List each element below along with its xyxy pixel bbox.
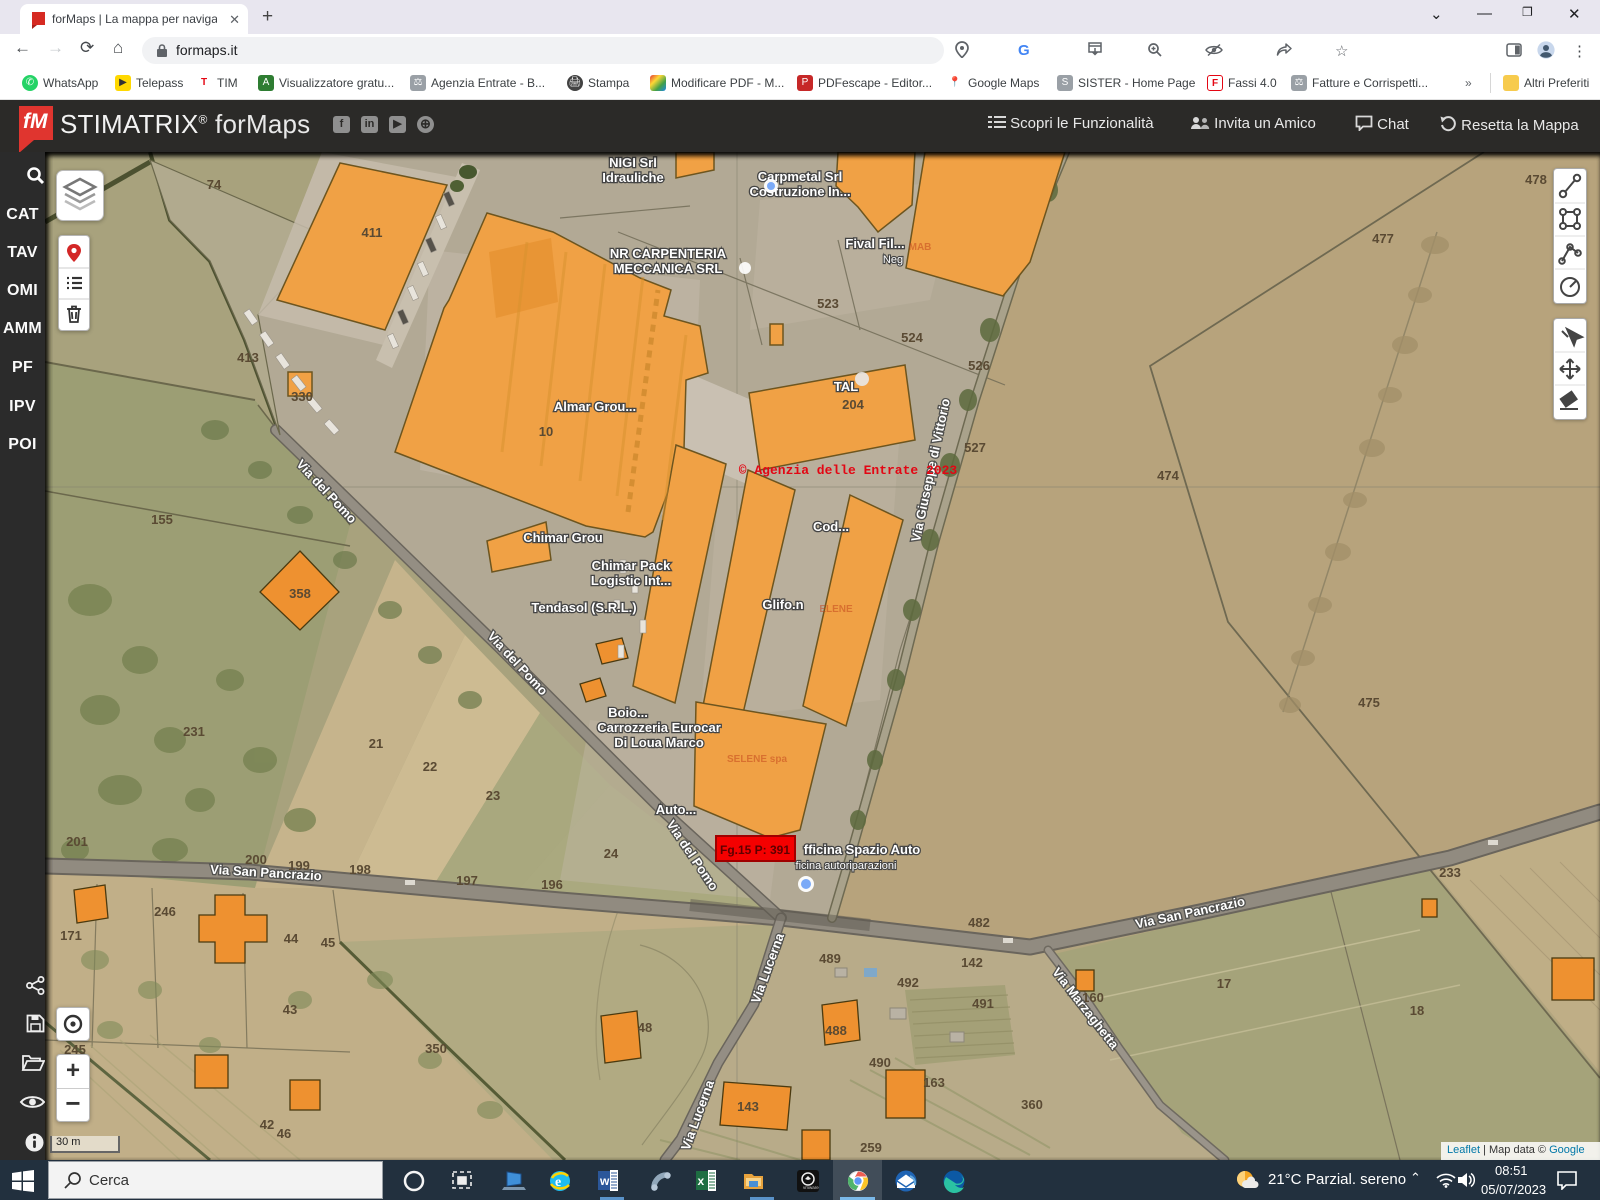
svg-text:526: 526 [968, 358, 990, 373]
svg-text:171: 171 [60, 928, 82, 943]
svg-text:330: 330 [291, 389, 313, 404]
svg-text:142: 142 [961, 955, 983, 970]
svg-text:48: 48 [638, 1020, 652, 1035]
svg-text:x: x [698, 1174, 705, 1188]
svg-text:MECCANICA SRL: MECCANICA SRL [614, 261, 723, 276]
svg-text:Almar Grou...: Almar Grou... [554, 399, 636, 414]
svg-text:23: 23 [486, 788, 500, 803]
svg-text:482: 482 [968, 915, 990, 930]
svg-text:163: 163 [923, 1075, 945, 1090]
svg-text:492: 492 [897, 975, 919, 990]
svg-text:478: 478 [1525, 172, 1547, 187]
svg-text:NR CARPENTERIA: NR CARPENTERIA [610, 246, 727, 261]
svg-text:198: 198 [349, 862, 371, 877]
svg-text:523: 523 [817, 296, 839, 311]
svg-text:Idrauliche: Idrauliche [602, 170, 663, 185]
svg-text:413: 413 [237, 350, 259, 365]
svg-text:491: 491 [972, 996, 994, 1011]
svg-text:24: 24 [604, 846, 619, 861]
svg-text:17: 17 [1217, 976, 1231, 991]
svg-text:490: 490 [869, 1055, 891, 1070]
svg-text:Di Loua Marco: Di Loua Marco [614, 735, 704, 750]
svg-text:22: 22 [423, 759, 437, 774]
svg-text:489: 489 [819, 951, 841, 966]
svg-text:SELENE spa: SELENE spa [727, 754, 787, 765]
svg-text:Boio...: Boio... [608, 705, 648, 720]
svg-text:42: 42 [260, 1117, 274, 1132]
svg-text:246: 246 [154, 904, 176, 919]
svg-text:46: 46 [277, 1126, 291, 1141]
svg-text:204: 204 [842, 397, 864, 412]
svg-text:Logistic Int...: Logistic Int... [591, 573, 671, 588]
svg-text:Carrozzeria Eurocar: Carrozzeria Eurocar [597, 720, 721, 735]
svg-text:527: 527 [964, 440, 986, 455]
svg-text:74: 74 [207, 177, 222, 192]
svg-text:143: 143 [737, 1099, 759, 1114]
svg-text:18: 18 [1410, 1003, 1424, 1018]
svg-text:fficina Spazio Auto: fficina Spazio Auto [804, 842, 921, 857]
svg-text:Neg: Neg [883, 254, 903, 266]
svg-text:231: 231 [183, 724, 205, 739]
svg-text:411: 411 [362, 225, 383, 240]
svg-text:21: 21 [369, 736, 383, 751]
svg-text:350: 350 [425, 1041, 447, 1056]
svg-text:MAB: MAB [909, 242, 932, 253]
svg-text:Glifo.n: Glifo.n [762, 597, 803, 612]
svg-text:488: 488 [825, 1023, 847, 1038]
svg-text:© Agenzia delle Entrate 2023: © Agenzia delle Entrate 2023 [739, 463, 958, 478]
svg-text:Tendasol (S.R.L.): Tendasol (S.R.L.) [531, 600, 636, 615]
svg-text:w: w [599, 1174, 610, 1188]
svg-text:Fg.15 P: 391: Fg.15 P: 391 [720, 843, 790, 857]
svg-text:196: 196 [541, 877, 563, 892]
svg-text:ficina autoriparazioni: ficina autoriparazioni [796, 860, 897, 872]
svg-text:155: 155 [151, 512, 173, 527]
svg-text:vmware: vmware [803, 1185, 819, 1190]
svg-text:TAL: TAL [834, 379, 858, 394]
svg-text:360: 360 [1021, 1097, 1043, 1112]
svg-text:474: 474 [1157, 468, 1179, 483]
svg-text:Auto...: Auto... [656, 802, 696, 817]
svg-text:Chimar Pack: Chimar Pack [592, 558, 672, 573]
svg-text:524: 524 [901, 330, 923, 345]
svg-text:Cod...: Cod... [813, 519, 849, 534]
svg-text:Chimar Grou: Chimar Grou [523, 530, 603, 545]
svg-text:Fival Fil...: Fival Fil... [845, 236, 904, 251]
svg-text:201: 201 [66, 834, 88, 849]
svg-text:45: 45 [321, 935, 335, 950]
svg-text:e: e [555, 1175, 561, 1190]
svg-text:477: 477 [1372, 231, 1394, 246]
svg-text:475: 475 [1358, 695, 1380, 710]
svg-text:44: 44 [284, 931, 299, 946]
svg-text:259: 259 [860, 1140, 882, 1155]
svg-text:ELENE: ELENE [819, 604, 853, 615]
svg-text:10: 10 [539, 424, 553, 439]
svg-text:197: 197 [456, 873, 478, 888]
svg-text:NIGI Srl: NIGI Srl [609, 155, 657, 170]
svg-text:358: 358 [289, 586, 311, 601]
svg-text:233: 233 [1439, 865, 1461, 880]
svg-text:43: 43 [283, 1002, 297, 1017]
